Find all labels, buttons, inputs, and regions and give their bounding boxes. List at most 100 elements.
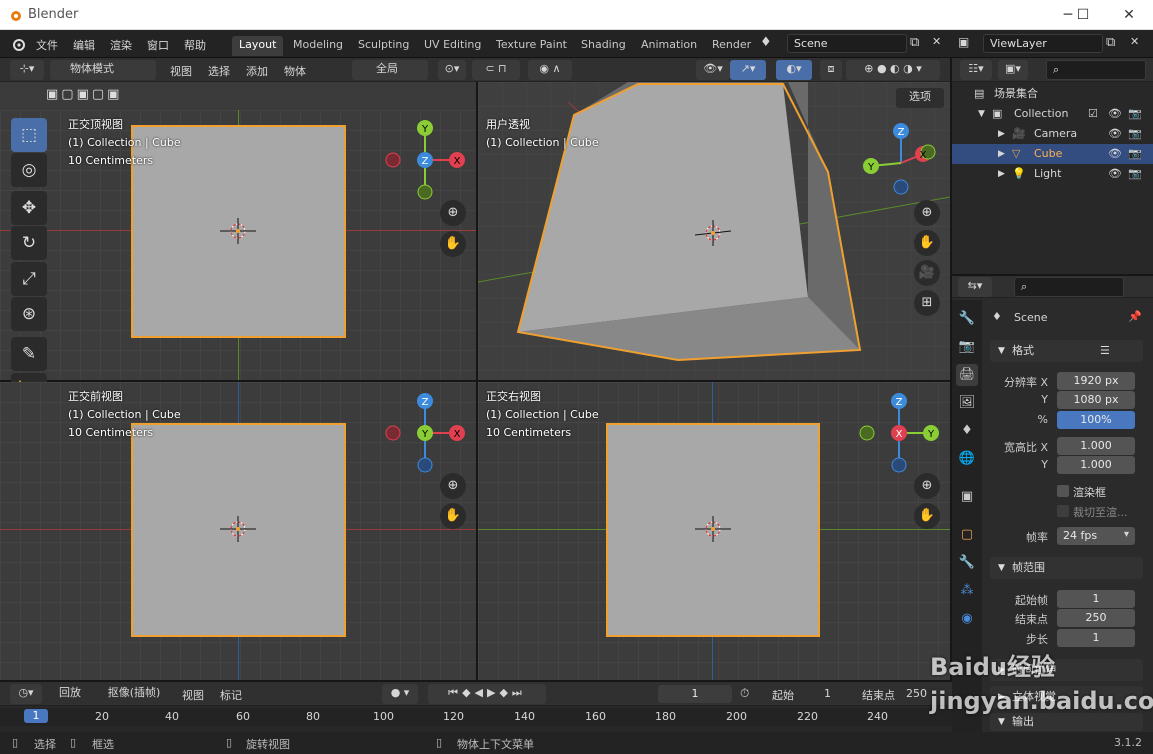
view-layer-tab-icon[interactable]: 🖼 xyxy=(956,392,978,414)
timeline-start-field[interactable]: 1 xyxy=(824,687,831,700)
crop-checkbox[interactable] xyxy=(1057,505,1069,517)
tab-modeling[interactable]: Modeling xyxy=(286,36,350,56)
render-camera-icon[interactable]: 📷 xyxy=(1128,124,1142,144)
eye-icon[interactable]: 👁 xyxy=(1108,124,1122,144)
menu-render[interactable]: 渲染 xyxy=(110,37,132,53)
format-section-header[interactable]: ▼ 格式 ☰ xyxy=(990,340,1143,362)
cursor-tool[interactable]: ◎ xyxy=(11,153,47,187)
pivot-icon[interactable]: ⊙▾ xyxy=(438,60,466,80)
rotate-tool[interactable]: ↻ xyxy=(11,226,47,260)
axis-gizmo[interactable]: Z X Y xyxy=(382,390,468,476)
frame-range-section-header[interactable]: ▼ 帧范围 xyxy=(990,557,1143,579)
pin-icon[interactable]: 📌 xyxy=(1128,310,1142,323)
playback-controls-icon[interactable]: ⏮◆◀▶◆⏭ xyxy=(428,684,546,704)
axis-gizmo[interactable]: Y X Z xyxy=(382,117,468,203)
expand-chevron-icon[interactable]: ▶ xyxy=(998,164,1005,184)
outliner-editor-icon[interactable]: ☷▾ xyxy=(960,60,992,80)
world-tab-icon[interactable]: 🌐 xyxy=(956,448,978,470)
presets-icon[interactable]: ☰ xyxy=(1100,340,1110,362)
physics-tab-icon[interactable]: ◉ xyxy=(956,608,978,630)
zoom-icon[interactable]: ⊕ xyxy=(914,200,940,226)
display-mode-icon[interactable]: ▣▾ xyxy=(998,60,1028,80)
tool-tab-icon[interactable]: 🔧 xyxy=(956,308,978,330)
snap-icon[interactable]: ⊂ ⊓ xyxy=(472,60,520,80)
close-button[interactable]: ✕ xyxy=(1114,5,1144,25)
overlay-toggle-icon[interactable]: ◐▾ xyxy=(776,60,812,80)
render-camera-icon[interactable]: 📷 xyxy=(1128,144,1142,164)
res-x-field[interactable]: 1920 px xyxy=(1057,372,1135,390)
keying-menu[interactable]: 抠像(插帧) xyxy=(96,684,172,704)
collection-tab-icon[interactable]: ▣ xyxy=(956,486,978,508)
xray-icon[interactable]: ⧈ xyxy=(820,60,842,80)
visibility-icon[interactable]: 👁▾ xyxy=(696,60,730,80)
axis-gizmo[interactable]: Z Y X xyxy=(856,390,942,476)
new-scene-icon[interactable]: ⧉ xyxy=(910,35,919,50)
outliner-row-cube[interactable]: ▶ ▽ Cube 👁 📷 xyxy=(952,144,1153,164)
tab-shading[interactable]: Shading xyxy=(574,36,633,56)
eye-icon[interactable]: 👁 xyxy=(1108,144,1122,164)
viewport-right[interactable]: 正交右视图 (1) Collection | Cube 10 Centimete… xyxy=(478,382,950,680)
frame-end-field[interactable]: 250 xyxy=(1057,609,1135,627)
viewport-menu-select[interactable]: 选择 xyxy=(208,63,230,79)
scale-tool[interactable]: ⤢ xyxy=(11,262,47,296)
frame-start-field[interactable]: 1 xyxy=(1057,590,1135,608)
render-tab-icon[interactable]: 📷 xyxy=(956,336,978,358)
options-dropdown[interactable]: 选项 xyxy=(896,88,944,108)
tab-sculpting[interactable]: Sculpting xyxy=(351,36,416,56)
outliner-row-camera[interactable]: ▶ 🎥 Camera 👁 📷 xyxy=(952,124,1153,144)
transform-orientation-dropdown[interactable]: 全局 xyxy=(352,60,428,80)
frame-indicator[interactable]: 1 xyxy=(24,709,48,723)
shading-modes-icon[interactable]: ⊕ ● ◐ ◑ ▾ xyxy=(846,60,940,80)
viewport-perspective[interactable]: 用户透视 (1) Collection | Cube 选项 Z Y X ⊕ ✋ … xyxy=(478,82,950,380)
scene-tab-icon[interactable]: ♦ xyxy=(956,420,978,442)
proportional-edit-icon[interactable]: ◉ ∧ xyxy=(528,60,572,80)
eye-icon[interactable]: 👁 xyxy=(1108,164,1122,184)
maximize-button[interactable]: ☐ xyxy=(1068,5,1098,25)
outliner-row-scene-collection[interactable]: ▤ 场景集合 xyxy=(952,84,1153,104)
tab-render[interactable]: Render xyxy=(705,36,758,56)
delete-viewlayer-icon[interactable]: ✕ xyxy=(1130,35,1139,48)
blender-menu-icon[interactable] xyxy=(10,37,26,51)
render-camera-icon[interactable]: 📷 xyxy=(1128,104,1142,124)
output-tab-icon[interactable]: 🖨 xyxy=(956,364,978,386)
camera-view-icon[interactable]: 🎥 xyxy=(914,260,940,286)
viewport-menu-add[interactable]: 添加 xyxy=(246,63,268,79)
viewport-top[interactable]: 正交顶视图 (1) Collection | Cube 10 Centimete… xyxy=(0,110,476,380)
playback-menu[interactable]: 回放 xyxy=(50,684,90,704)
tab-layout[interactable]: Layout xyxy=(232,36,284,56)
scene-icon[interactable]: ♦ xyxy=(760,35,772,50)
percent-field[interactable]: 100% xyxy=(1057,411,1135,429)
ortho-toggle-icon[interactable]: ⊞ xyxy=(914,290,940,316)
tab-uv-editing[interactable]: UV Editing xyxy=(417,36,488,56)
menu-window[interactable]: 窗口 xyxy=(147,37,169,53)
menu-edit[interactable]: 编辑 xyxy=(73,37,95,53)
stopwatch-icon[interactable]: ⏱ xyxy=(740,686,749,701)
annotate-tool[interactable]: ✎ xyxy=(11,337,47,371)
scene-name-field[interactable]: Scene xyxy=(787,34,907,53)
modifier-tab-icon[interactable]: 🔧 xyxy=(956,552,978,574)
zoom-icon[interactable]: ⊕ xyxy=(914,473,940,499)
viewport-front[interactable]: 正交前视图 (1) Collection | Cube 10 Centimete… xyxy=(0,382,476,680)
expand-chevron-icon[interactable]: ▼ xyxy=(978,104,985,124)
current-frame-field[interactable]: 1 xyxy=(658,685,732,703)
zoom-icon[interactable]: ⊕ xyxy=(440,473,466,499)
timeline-editor-icon[interactable]: ◷▾ xyxy=(10,684,42,704)
expand-chevron-icon[interactable]: ▶ xyxy=(998,124,1005,144)
menu-help[interactable]: 帮助 xyxy=(184,37,206,53)
zoom-icon[interactable]: ⊕ xyxy=(440,200,466,226)
outliner-search-icon[interactable]: ⌕ xyxy=(1046,60,1146,80)
mode-dropdown[interactable]: 物体模式 xyxy=(50,60,156,80)
render-border-checkbox[interactable] xyxy=(1057,485,1069,497)
viewlayer-name-field[interactable]: ViewLayer xyxy=(983,34,1103,53)
outliner-row-collection[interactable]: ▼ ▣ Collection ☑ 👁 📷 xyxy=(952,104,1153,124)
new-viewlayer-icon[interactable]: ⧉ xyxy=(1106,35,1115,50)
timeline-end-field[interactable]: 250 xyxy=(906,687,927,700)
viewport-menu-object[interactable]: 物体 xyxy=(284,63,306,79)
timeline-view-menu[interactable]: 视图 xyxy=(182,687,204,703)
pan-hand-icon[interactable]: ✋ xyxy=(440,503,466,529)
viewport-menu-view[interactable]: 视图 xyxy=(170,63,192,79)
timeline-ruler[interactable]: 1 20 40 60 80 100 120 140 160 180 200 22… xyxy=(0,708,952,726)
object-tab-icon[interactable]: ▢ xyxy=(956,524,978,546)
timeline-marker-menu[interactable]: 标记 xyxy=(220,687,242,703)
delete-scene-icon[interactable]: ✕ xyxy=(932,35,941,48)
